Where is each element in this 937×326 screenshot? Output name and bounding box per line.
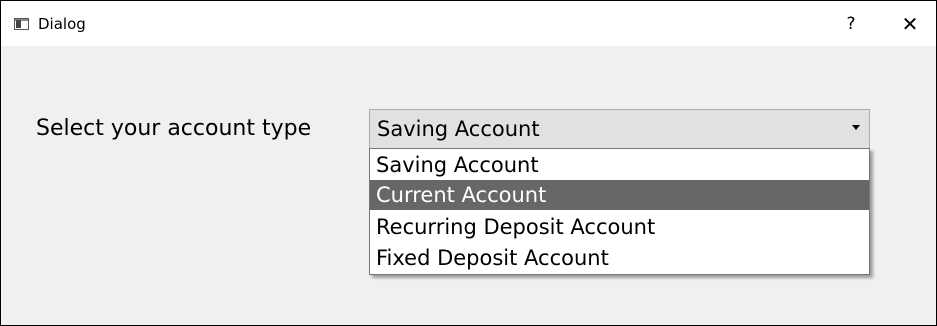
combobox-dropdown-list: Saving Account Current Account Recurring…	[369, 148, 870, 275]
window-app-icon	[14, 18, 29, 30]
title-bar[interactable]: Dialog ? ✕	[1, 1, 936, 46]
option-recurring-deposit-account[interactable]: Recurring Deposit Account	[370, 212, 869, 242]
account-type-combobox[interactable]: Saving Account	[369, 109, 870, 149]
option-saving-account[interactable]: Saving Account	[370, 150, 869, 180]
option-fixed-deposit-account[interactable]: Fixed Deposit Account	[370, 243, 869, 273]
option-current-account[interactable]: Current Account	[370, 180, 869, 210]
combobox-selected-value: Saving Account	[377, 117, 540, 141]
dialog-window: Dialog ? ✕ Select your account type Savi…	[0, 0, 937, 326]
dropdown-arrow-icon[interactable]	[852, 125, 860, 130]
window-title: Dialog	[38, 15, 86, 33]
help-button[interactable]: ?	[839, 11, 863, 37]
close-icon: ✕	[901, 12, 919, 36]
close-button[interactable]: ✕	[895, 11, 925, 37]
account-type-label: Select your account type	[36, 116, 312, 141]
